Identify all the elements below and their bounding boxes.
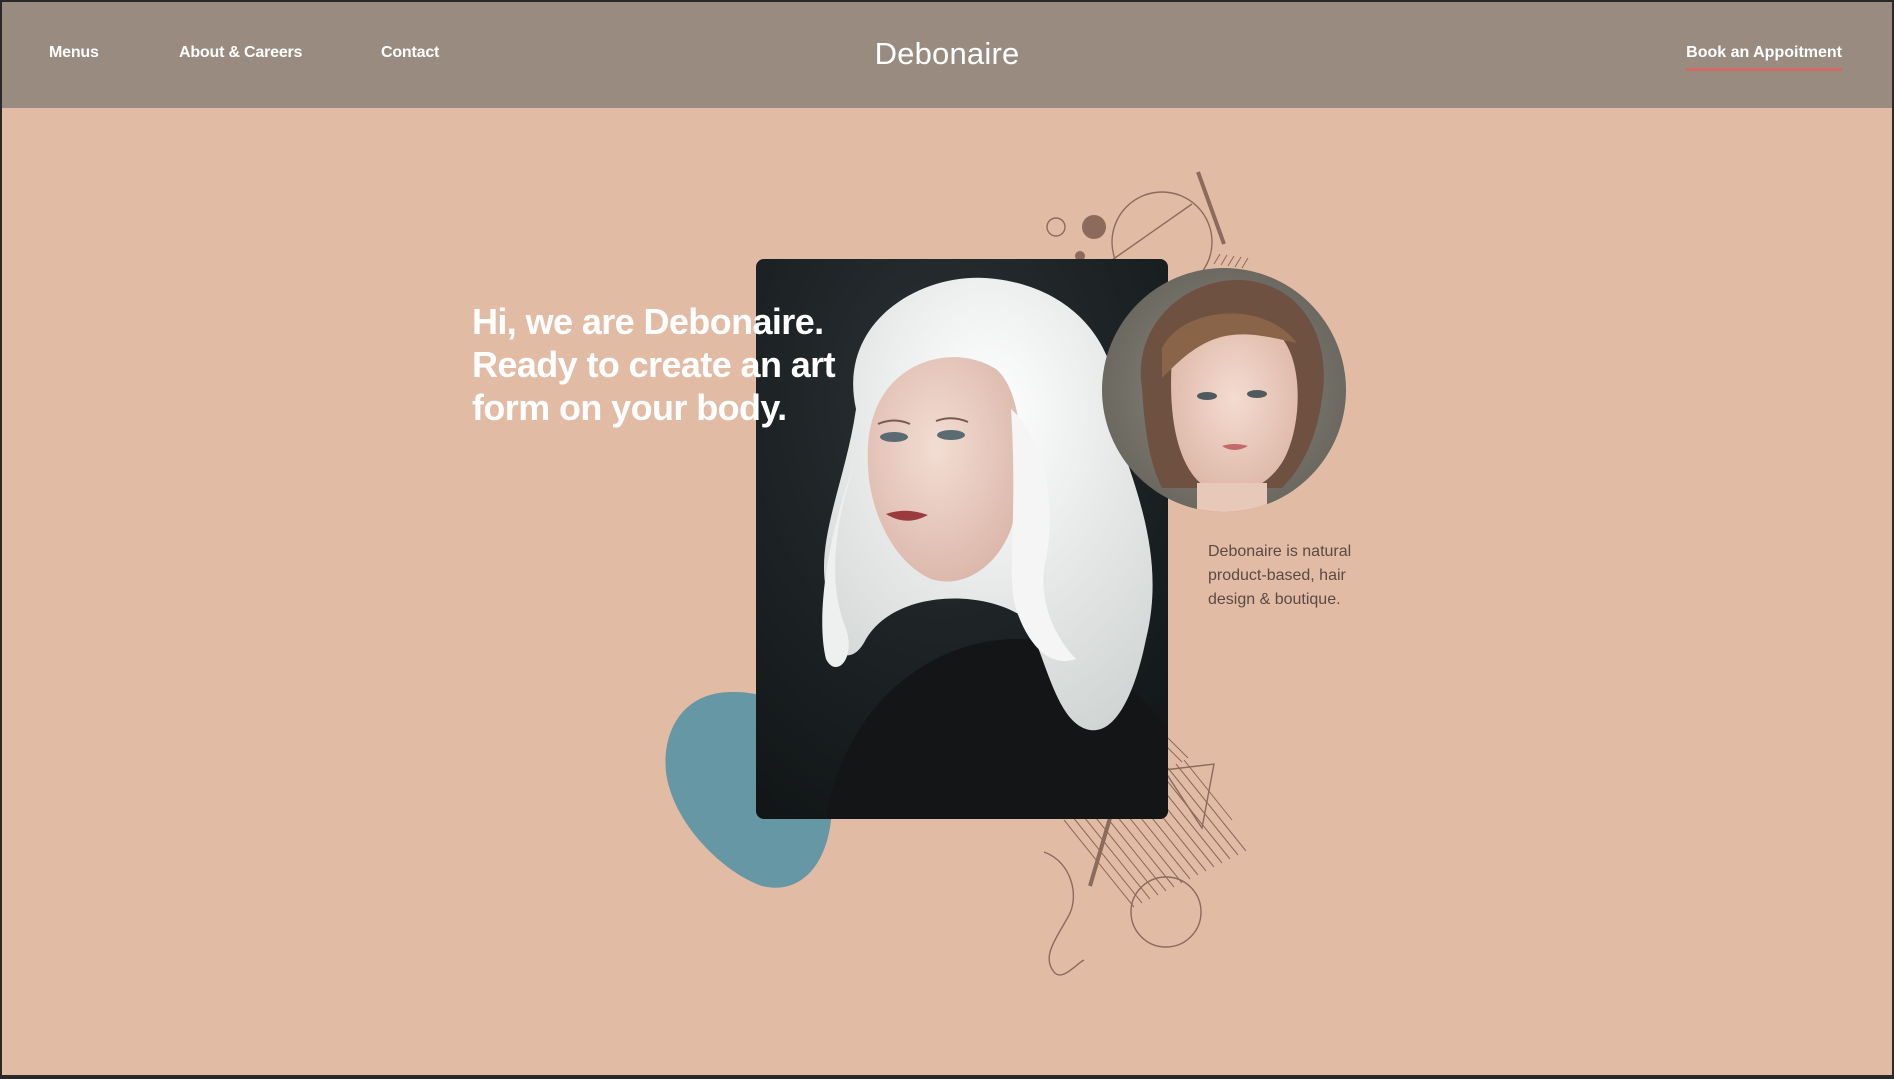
filled-dot	[1082, 215, 1106, 239]
triangle-outline	[1162, 763, 1215, 830]
circular-portrait-photo	[1102, 268, 1346, 512]
hero-description: Debonaire is natural product-based, hair…	[1208, 543, 1352, 608]
page: Menus About & Careers Contact Debonaire …	[2, 2, 1892, 1075]
hero-headline: Hi, we are Debonaire. Ready to create an…	[472, 301, 836, 428]
small-circle-outline	[1046, 217, 1066, 237]
bottom-circle-outline	[1130, 876, 1202, 948]
